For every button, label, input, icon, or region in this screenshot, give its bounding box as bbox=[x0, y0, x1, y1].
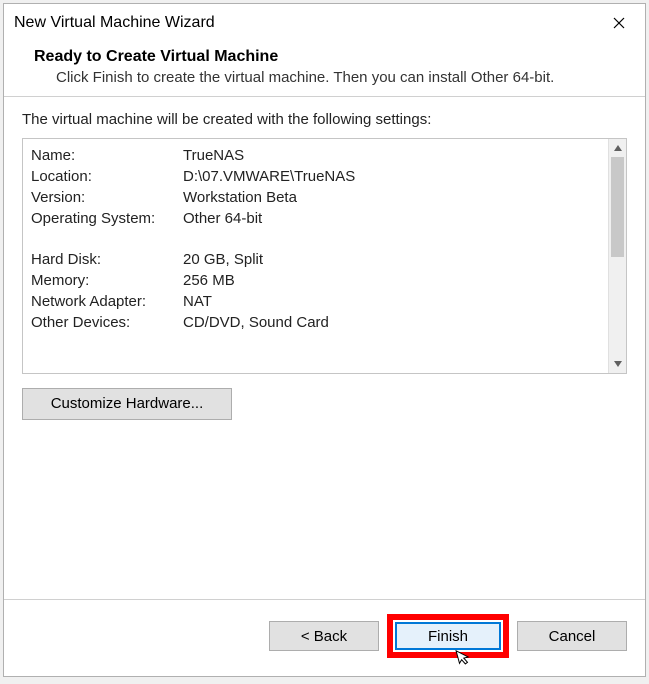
setting-value: CD/DVD, Sound Card bbox=[183, 314, 606, 331]
back-button[interactable]: < Back bbox=[269, 621, 379, 651]
setting-value: D:\07.VMWARE\TrueNAS bbox=[183, 168, 606, 185]
titlebar: New Virtual Machine Wizard bbox=[4, 4, 645, 40]
cancel-button[interactable]: Cancel bbox=[517, 621, 627, 651]
setting-label: Other Devices: bbox=[31, 314, 183, 331]
settings-intro: The virtual machine will be created with… bbox=[22, 111, 627, 128]
scroll-down-icon[interactable] bbox=[609, 355, 627, 373]
customize-hardware-button[interactable]: Customize Hardware... bbox=[22, 388, 232, 420]
setting-value: TrueNAS bbox=[183, 147, 606, 164]
setting-row: Location: D:\07.VMWARE\TrueNAS bbox=[31, 166, 606, 187]
finish-highlight: Finish bbox=[387, 614, 509, 658]
finish-button[interactable]: Finish bbox=[395, 622, 501, 650]
wizard-dialog: New Virtual Machine Wizard Ready to Crea… bbox=[3, 3, 646, 677]
close-icon bbox=[613, 17, 625, 29]
setting-label: Memory: bbox=[31, 272, 183, 289]
setting-label: Hard Disk: bbox=[31, 251, 183, 268]
wizard-header: Ready to Create Virtual Machine Click Fi… bbox=[4, 40, 645, 97]
setting-label: Network Adapter: bbox=[31, 293, 183, 310]
setting-row: Operating System: Other 64-bit bbox=[31, 208, 606, 229]
settings-listbox: Name: TrueNAS Location: D:\07.VMWARE\Tru… bbox=[22, 138, 627, 374]
setting-label: Location: bbox=[31, 168, 183, 185]
setting-value: 20 GB, Split bbox=[183, 251, 606, 268]
setting-row: Memory: 256 MB bbox=[31, 270, 606, 291]
window-title: New Virtual Machine Wizard bbox=[14, 14, 215, 32]
scroll-up-icon[interactable] bbox=[609, 139, 627, 157]
setting-row: Hard Disk: 20 GB, Split bbox=[31, 249, 606, 270]
setting-row: Name: TrueNAS bbox=[31, 145, 606, 166]
setting-label: Version: bbox=[31, 189, 183, 206]
wizard-footer: < Back Finish Cancel bbox=[4, 599, 645, 676]
scrollbar[interactable] bbox=[608, 139, 626, 373]
setting-row: Other Devices: CD/DVD, Sound Card bbox=[31, 312, 606, 333]
page-heading: Ready to Create Virtual Machine bbox=[34, 48, 623, 66]
setting-value: Workstation Beta bbox=[183, 189, 606, 206]
setting-value: 256 MB bbox=[183, 272, 606, 289]
setting-label: Operating System: bbox=[31, 210, 183, 227]
setting-row: Network Adapter: NAT bbox=[31, 291, 606, 312]
setting-value: Other 64-bit bbox=[183, 210, 606, 227]
setting-value: NAT bbox=[183, 293, 606, 310]
scroll-thumb[interactable] bbox=[611, 157, 624, 257]
wizard-body: The virtual machine will be created with… bbox=[4, 97, 645, 600]
setting-label: Name: bbox=[31, 147, 183, 164]
page-subtext: Click Finish to create the virtual machi… bbox=[56, 68, 623, 88]
close-button[interactable] bbox=[601, 10, 637, 36]
setting-row: Version: Workstation Beta bbox=[31, 187, 606, 208]
